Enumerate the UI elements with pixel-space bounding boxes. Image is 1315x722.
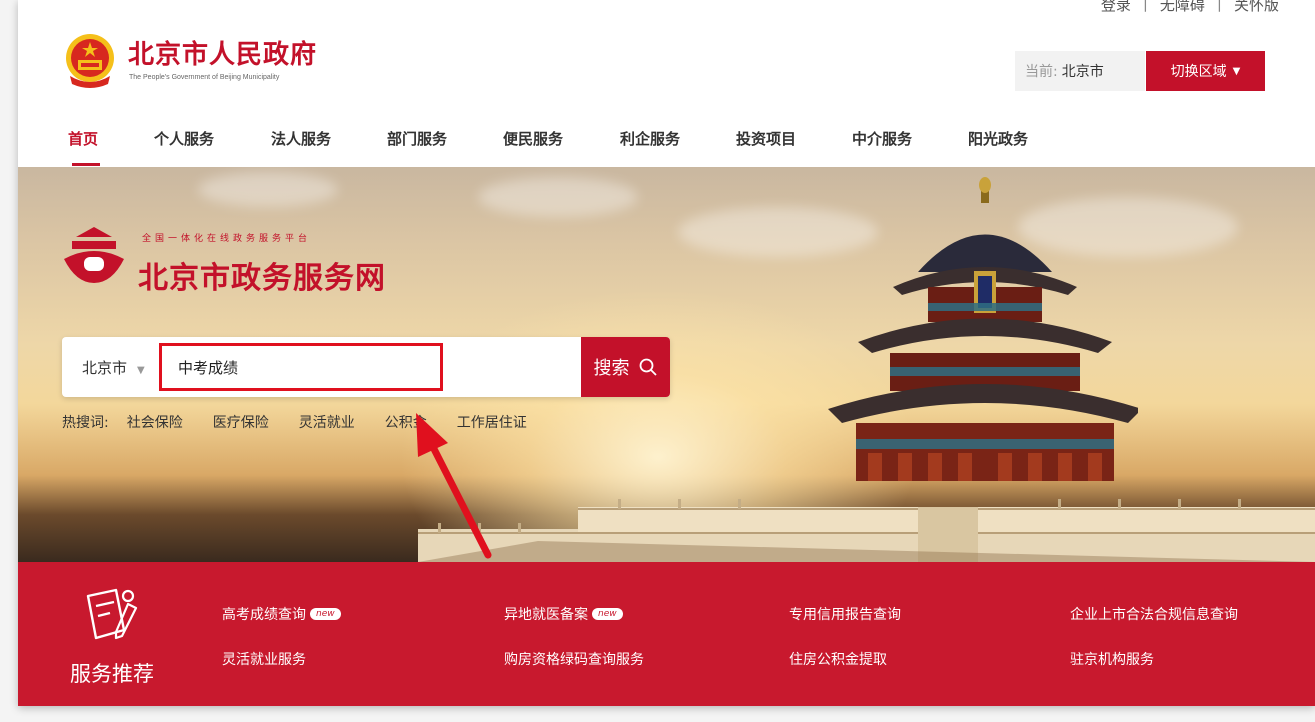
recommend-link-label: 专用信用报告查询 xyxy=(789,607,901,623)
switch-region-label: 切换区域 xyxy=(1170,64,1227,80)
hot-search-item[interactable]: 社会保险 xyxy=(127,412,183,432)
recommend-link[interactable]: 异地就医备案 new xyxy=(504,604,623,624)
new-badge: new xyxy=(310,608,341,620)
hero-banner: 全国一体化在线政务服务平台 北京市政务服务网 北京市 ▼ 搜索 热搜词: 社会保险… xyxy=(18,167,1315,562)
cloud xyxy=(478,177,638,217)
nav-item-department[interactable]: 部门服务 xyxy=(387,128,503,166)
recommend-link-label: 驻京机构服务 xyxy=(1070,652,1154,668)
recommended-services: 服务推荐 高考成绩查询 new 异地就医备案 new 专用信用报告查询 企业上市… xyxy=(18,562,1315,706)
annotation-arrow-icon xyxy=(416,413,492,559)
recommend-link[interactable]: 灵活就业服务 xyxy=(222,649,306,669)
switch-region-button[interactable]: 切换区域 ▼ xyxy=(1146,51,1265,91)
government-service-logo xyxy=(64,227,124,283)
document-edit-icon xyxy=(86,588,138,640)
accessibility-link[interactable]: 无障碍 xyxy=(1160,0,1205,15)
platform-name[interactable]: 北京市政务服务网 xyxy=(138,253,386,297)
divider: | xyxy=(1216,0,1222,12)
recommend-link[interactable]: 购房资格绿码查询服务 xyxy=(504,649,644,669)
portal-page: 登录 | 无障碍 | 关怀版 北京市人民政府 The People's Gove… xyxy=(18,0,1315,706)
nav-item-investment[interactable]: 投资项目 xyxy=(736,128,852,166)
nav-item-convenience[interactable]: 便民服务 xyxy=(503,128,620,166)
nav-item-home[interactable]: 首页 xyxy=(68,128,154,166)
search-button[interactable]: 搜索 xyxy=(581,337,670,397)
search-icon xyxy=(639,358,657,376)
recommend-link-label: 灵活就业服务 xyxy=(222,652,306,668)
cloud xyxy=(198,172,338,207)
new-badge: new xyxy=(592,608,623,620)
search-input[interactable] xyxy=(162,346,440,388)
recommend-link-label: 住房公积金提取 xyxy=(789,652,887,668)
marble-terrace-image xyxy=(418,499,1315,562)
recommend-link[interactable]: 住房公积金提取 xyxy=(789,649,887,669)
nav-item-business[interactable]: 利企服务 xyxy=(620,128,736,166)
nav-item-agency[interactable]: 中介服务 xyxy=(852,128,968,166)
search-scope-value: 北京市 xyxy=(82,359,128,377)
hot-search-item[interactable]: 灵活就业 xyxy=(299,412,355,432)
recommend-link-label: 购房资格绿码查询服务 xyxy=(504,652,644,668)
recommend-link[interactable]: 高考成绩查询 new xyxy=(222,604,341,624)
main-nav: 首页 个人服务 法人服务 部门服务 便民服务 利企服务 投资项目 中介服务 阳光… xyxy=(68,128,1048,166)
recommend-link-label: 高考成绩查询 xyxy=(222,607,306,623)
platform-tagline: 全国一体化在线政务服务平台 xyxy=(142,234,312,244)
recommend-title: 服务推荐 xyxy=(70,662,154,686)
recommend-link[interactable]: 企业上市合法合规信息查询 xyxy=(1070,604,1238,624)
region-value: 北京市 xyxy=(1061,64,1104,80)
chevron-down-icon: ▼ xyxy=(1232,65,1241,77)
recommend-link[interactable]: 专用信用报告查询 xyxy=(789,604,901,624)
nav-item-open-government[interactable]: 阳光政务 xyxy=(968,128,1048,166)
care-mode-link[interactable]: 关怀版 xyxy=(1234,0,1279,15)
nav-item-corporate[interactable]: 法人服务 xyxy=(271,128,387,166)
hot-search-label: 热搜词: xyxy=(62,415,109,431)
recommend-link-label: 企业上市合法合规信息查询 xyxy=(1070,607,1238,623)
top-utility-links: 登录 | 无障碍 | 关怀版 xyxy=(1101,0,1279,15)
caret-down-icon: ▼ xyxy=(137,365,145,376)
search-bar: 北京市 ▼ 搜索 xyxy=(62,337,670,397)
site-subtitle: The People's Government of Beijing Munic… xyxy=(129,74,280,81)
nav-item-personal[interactable]: 个人服务 xyxy=(154,128,271,166)
recommend-link[interactable]: 驻京机构服务 xyxy=(1070,649,1154,669)
divider: | xyxy=(1142,0,1148,12)
site-title[interactable]: 北京市人民政府 xyxy=(128,34,317,71)
hot-search-item[interactable]: 医疗保险 xyxy=(213,412,269,432)
current-region: 当前: 北京市 xyxy=(1015,51,1145,91)
recommend-link-label: 异地就医备案 xyxy=(504,607,588,623)
region-label: 当前: xyxy=(1025,64,1058,80)
search-input-highlight xyxy=(159,343,443,391)
search-button-label: 搜索 xyxy=(593,358,630,379)
national-emblem-icon xyxy=(66,34,114,88)
search-scope-select[interactable]: 北京市 ▼ xyxy=(82,357,145,378)
login-link[interactable]: 登录 xyxy=(1101,0,1131,15)
